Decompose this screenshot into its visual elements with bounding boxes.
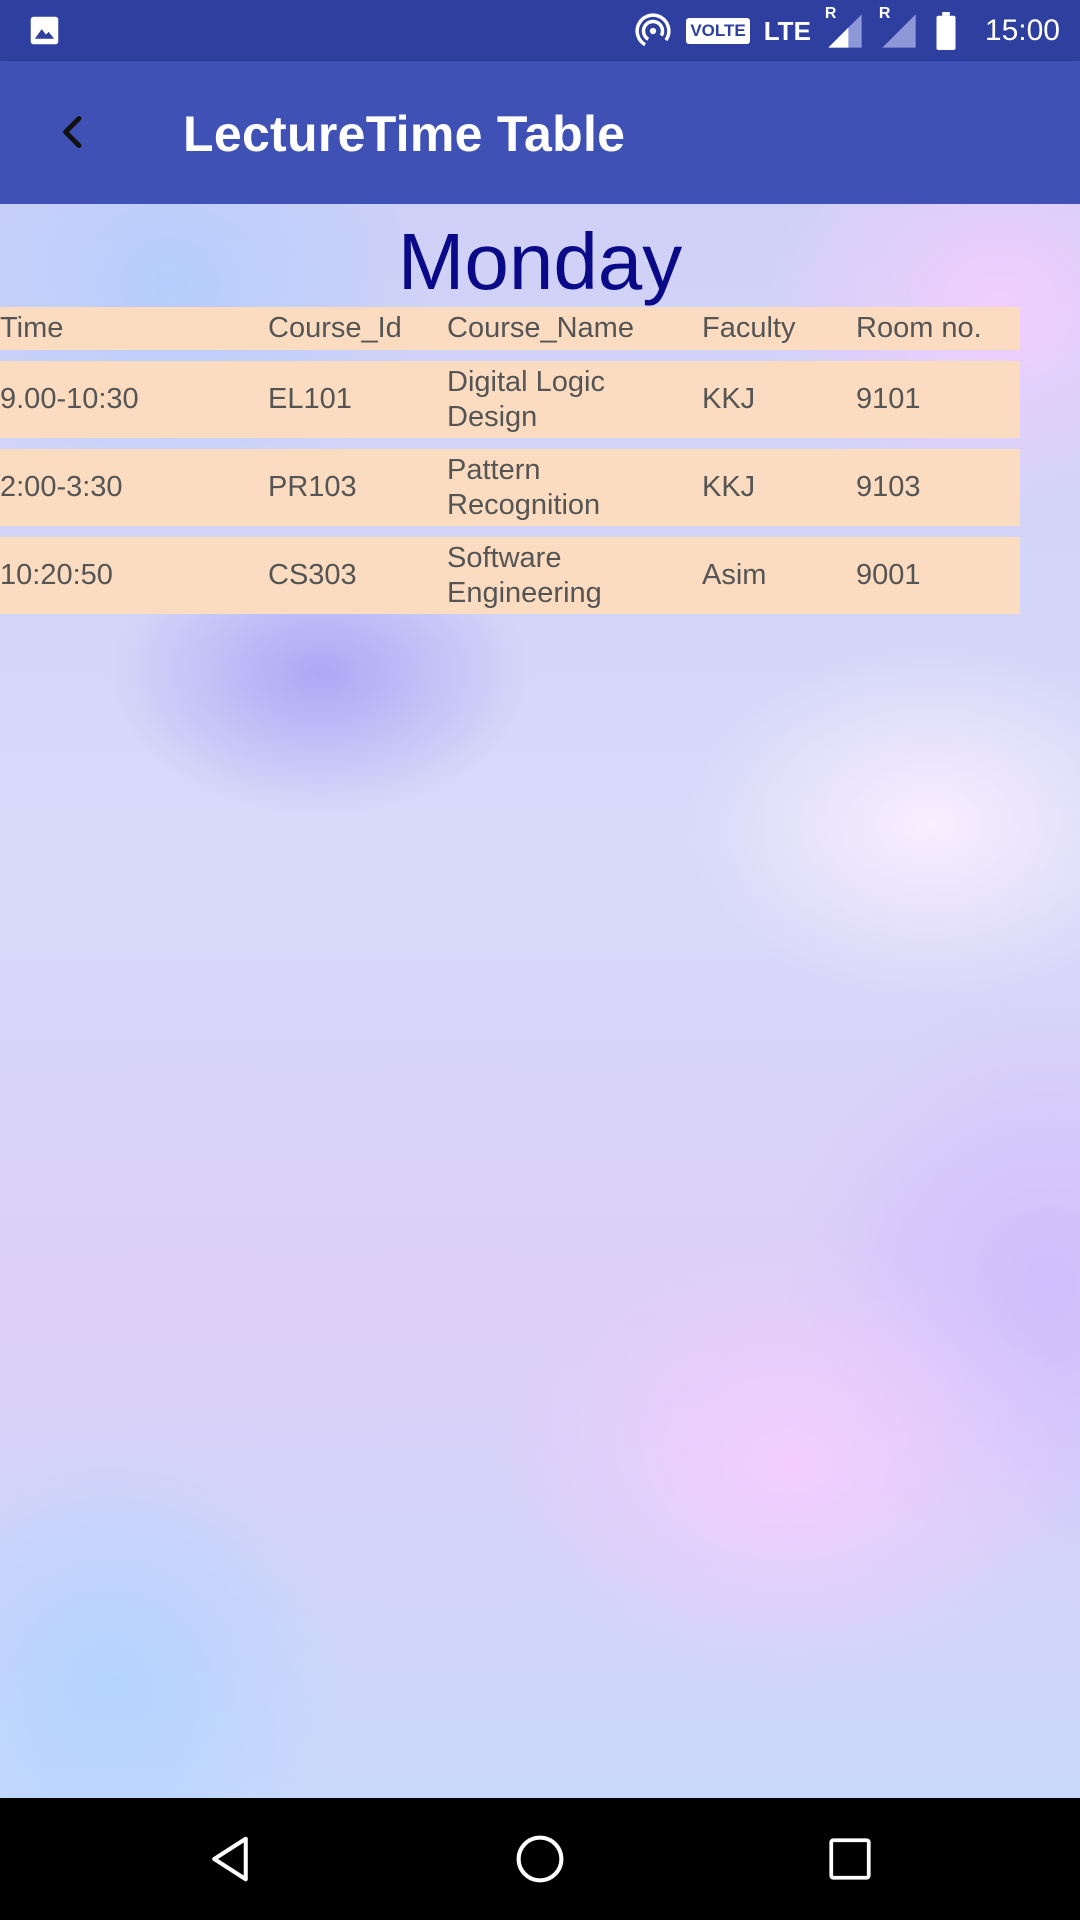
volte-badge: VOLTE — [686, 17, 750, 44]
status-time: 15:00 — [984, 13, 1060, 47]
cell-room: 9001 — [856, 559, 921, 591]
roaming-label: R — [824, 4, 837, 22]
image-icon — [30, 16, 59, 45]
battery-icon — [936, 11, 956, 50]
cell-course-name: Pattern Recognition — [447, 453, 601, 521]
header-faculty: Faculty — [702, 312, 796, 344]
status-icons: VOLTE LTE R R 15:00 — [634, 0, 1080, 61]
header-course-name: Course_Name — [447, 312, 634, 344]
table-row: 2:00-3:30 PR103 Pattern Recognition KKJ … — [0, 449, 1020, 526]
nav-back-button[interactable] — [200, 1829, 260, 1889]
header-room: Room no. — [856, 312, 982, 344]
cell-time: 9.00-10:30 — [0, 383, 139, 415]
recents-square-icon — [829, 1838, 871, 1880]
app-bar: LectureTime Table — [0, 61, 1080, 204]
header-course-id: Course_Id — [268, 312, 402, 344]
cell-room: 9103 — [856, 471, 921, 503]
status-bar: VOLTE LTE R R 15:00 — [0, 0, 1080, 61]
cell-faculty: KKJ — [702, 383, 756, 415]
cell-time: 10:20:50 — [0, 559, 113, 591]
signal-icon-2: R — [879, 5, 919, 51]
cell-course-id: PR103 — [268, 471, 357, 503]
timetable-content: Monday Time Course_Id Course_Name Facult… — [0, 204, 1080, 1798]
cell-course-id: CS303 — [268, 559, 357, 591]
back-button[interactable] — [48, 107, 98, 157]
cell-faculty: Asim — [702, 559, 767, 591]
cell-course-name: Digital Logic Design — [447, 365, 605, 433]
nav-home-button[interactable] — [510, 1829, 570, 1889]
table-header: Time Course_Id Course_Name Faculty Room … — [0, 307, 1020, 350]
day-title: Monday — [397, 217, 683, 306]
lte-indicator: LTE — [763, 15, 811, 46]
app-title: LectureTime Table — [183, 106, 626, 162]
cell-faculty: KKJ — [702, 471, 756, 503]
cell-course-name: Software Engineering — [447, 541, 602, 609]
cell-course-id: EL101 — [268, 383, 352, 415]
navigation-bar — [0, 1798, 1080, 1920]
table-row: 9.00-10:30 EL101 Digital Logic Design KK… — [0, 361, 1020, 438]
nav-recents-button[interactable] — [820, 1829, 880, 1889]
cell-room: 9101 — [856, 383, 921, 415]
signal-icon: R — [825, 5, 865, 51]
header-time: Time — [0, 312, 64, 344]
hotspot-icon — [635, 12, 671, 49]
cell-time: 2:00-3:30 — [0, 471, 123, 503]
roaming-label: R — [878, 4, 891, 22]
back-arrow-icon — [63, 116, 82, 148]
table-row: 10:20:50 CS303 Software Engineering Asim… — [0, 537, 1020, 614]
back-triangle-icon — [212, 1836, 248, 1882]
home-circle-icon — [516, 1835, 564, 1883]
